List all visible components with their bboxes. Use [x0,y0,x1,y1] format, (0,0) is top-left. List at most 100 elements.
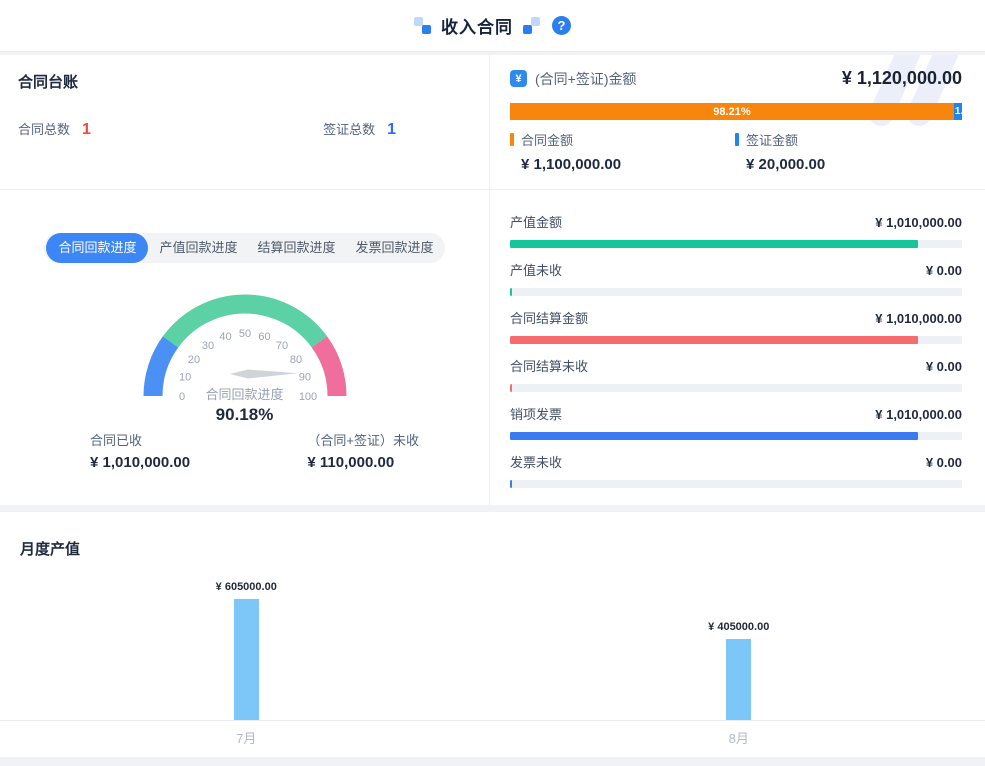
gauge-tick-label: 20 [187,354,199,366]
tab-发票回款进度[interactable]: 发票回款进度 [347,233,443,263]
app-header: 收入合同 ? [0,0,985,52]
ledger-stat: 签证总数 1 [323,119,396,139]
legend-label: 签证金额 [746,130,798,149]
metric-row: 产值金额 ¥ 1,010,000.00 [510,212,962,248]
tab-合同回款进度[interactable]: 合同回款进度 [46,233,148,263]
amount-split-bar: 98.21% 1. [510,103,962,120]
metric-value: ¥ 1,010,000.00 [875,311,962,326]
bar-value-label: ¥ 405000.00 [708,621,769,633]
metric-track [510,480,962,488]
stat-label: 签证总数 [323,119,375,138]
visa-amount-segment: 1. [954,103,962,120]
payback-gauge: 0102030405060708090100 合同回款进度 90.18% [120,274,370,426]
legend-mark-icon [510,133,514,146]
metric-track [510,288,962,296]
gauge-chart: 0102030405060708090100 [120,274,370,426]
monthly-bar-chart: ¥ 605000.00 ¥ 405000.00 [0,561,985,721]
gauge-tick-label: 80 [289,354,301,366]
metric-value: ¥ 0.00 [926,359,962,374]
gauge-stat: （合同+签证）未收 ¥ 110,000.00 [307,430,419,471]
gauge-stat-value: ¥ 110,000.00 [307,454,419,471]
metric-fill [510,432,918,440]
monthly-output-panel: 月度产值 ¥ 605000.00 ¥ 405000.00 7月8月 [0,512,985,757]
monthly-chart-title: 月度产值 [0,538,985,559]
gauge-tick-label: 10 [178,372,190,384]
bar-category: ¥ 605000.00 [0,561,493,720]
ledger-stat: 合同总数 1 [18,119,91,139]
amount-label: (合同+签证)金额 [535,69,637,89]
legend-value: ¥ 1,100,000.00 [510,156,735,173]
metric-label: 产值未收 [510,260,562,279]
metric-track [510,240,962,248]
metric-value: ¥ 0.00 [926,455,962,470]
gauge-tick-label: 40 [219,331,231,343]
gauge-stat-label: 合同已收 [90,430,190,449]
metric-fill [510,480,512,488]
summary-panel: 合同台账 合同总数 1 签证总数 1 ¥ (合同+签证)金额 ¥ 1,120,000.… [0,55,985,505]
bar [726,639,751,720]
help-icon[interactable]: ? [552,16,571,35]
contract-amount-segment: 98.21% [510,103,954,120]
metric-fill [510,336,918,344]
metric-track [510,336,962,344]
amount-total: ¥ 1,120,000.00 [842,68,962,89]
tab-结算回款进度[interactable]: 结算回款进度 [249,233,345,263]
tab-产值回款进度[interactable]: 产值回款进度 [150,233,246,263]
progress-tab-bar: 合同回款进度产值回款进度结算回款进度发票回款进度 [44,233,444,263]
metric-label: 产值金额 [510,212,562,231]
bar-value-label: ¥ 605000.00 [216,581,277,593]
gauge-tick-label: 30 [201,340,213,352]
metric-row: 发票未收 ¥ 0.00 [510,452,962,488]
metric-label: 发票未收 [510,452,562,471]
metric-track [510,384,962,392]
gauge-tick-label: 70 [275,340,287,352]
amount-card: ¥ (合同+签证)金额 ¥ 1,120,000.00 98.21% 1. 合同金… [490,55,985,190]
gauge-tick-label: 60 [258,331,270,343]
metric-track [510,432,962,440]
legend-item: 合同金额 ¥ 1,100,000.00 [510,130,735,173]
x-axis-label: 7月 [0,728,493,747]
gauge-title: 合同回款进度 [120,384,370,403]
legend-value: ¥ 20,000.00 [735,156,960,173]
gauge-stat-value: ¥ 1,010,000.00 [90,454,190,471]
metric-fill [510,240,918,248]
x-axis-label: 8月 [493,728,985,747]
metric-fill [510,384,512,392]
ledger-title: 合同台账 [18,71,471,92]
amount-legend: 合同金额 ¥ 1,100,000.00 签证金额 ¥ 20,000.00 [510,130,962,173]
legend-mark-icon [735,133,739,146]
metric-row: 销项发票 ¥ 1,010,000.00 [510,404,962,440]
metric-row: 合同结算金额 ¥ 1,010,000.00 [510,308,962,344]
title-decoration-left-icon [414,17,431,34]
gauge-stat-label: （合同+签证）未收 [307,430,419,449]
stat-label: 合同总数 [18,119,70,138]
ledger-stats: 合同总数 1 签证总数 1 [18,92,471,139]
gauge-stats: 合同已收 ¥ 1,010,000.00 （合同+签证）未收 ¥ 110,000.00 [0,426,489,471]
gauge-tick-label: 90 [298,372,310,384]
metric-value: ¥ 1,010,000.00 [875,407,962,422]
amount-clipboard-icon: ¥ [510,70,527,87]
metric-row: 产值未收 ¥ 0.00 [510,260,962,296]
monthly-axis-labels: 7月8月 [0,721,985,747]
gauge-needle-icon [230,370,298,379]
metric-label: 销项发票 [510,404,562,423]
legend-item: 签证金额 ¥ 20,000.00 [735,130,960,173]
metric-fill [510,288,512,296]
metric-bars-card: 产值金额 ¥ 1,010,000.00 产值未收 ¥ 0.00 合同结算金额 ¥ 1,01… [490,190,985,505]
gauge-value: 90.18% [120,405,370,425]
metric-label: 合同结算金额 [510,308,588,327]
stat-value: 1 [387,121,396,139]
bar [234,599,259,720]
metric-value: ¥ 1,010,000.00 [875,215,962,230]
metric-value: ¥ 0.00 [926,263,962,278]
page-title: 收入合同 [441,13,513,38]
payback-progress-card: 合同回款进度产值回款进度结算回款进度发票回款进度 010203040506070… [0,190,490,505]
metric-label: 合同结算未收 [510,356,588,375]
gauge-tick-label: 50 [238,328,250,340]
legend-label: 合同金额 [521,130,573,149]
title-decoration-right-icon [523,17,540,34]
stat-value: 1 [82,121,91,139]
contract-ledger-card: 合同台账 合同总数 1 签证总数 1 [0,55,490,190]
metric-row: 合同结算未收 ¥ 0.00 [510,356,962,392]
bar-category: ¥ 405000.00 [493,561,985,720]
